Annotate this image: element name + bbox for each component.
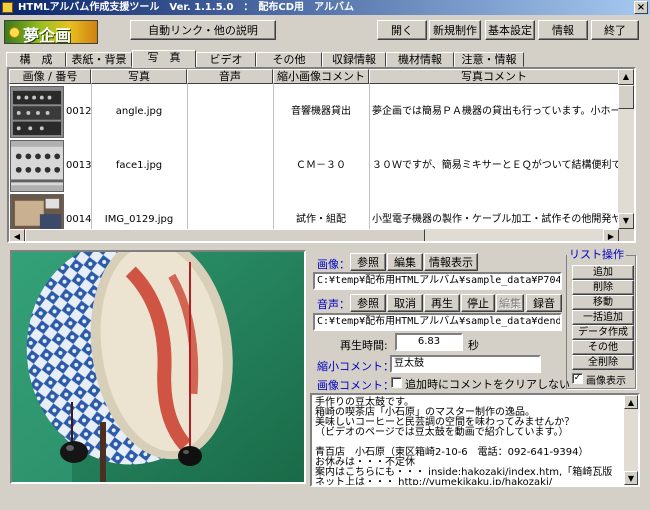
row-thumb-comment: ＣＭ－３０ — [296, 160, 346, 171]
tab-structure[interactable]: 構 成 — [6, 52, 66, 67]
image-browse-button[interactable]: 参照 — [350, 253, 386, 271]
create-data-button[interactable]: データ作成 — [572, 325, 634, 340]
new-button[interactable]: 新規制作 — [429, 20, 481, 40]
memo-line: ネット上は・・・ http://yumekikaku.jp/hakozaki/ — [315, 477, 553, 487]
row-thumb-comment: 音響機器貸出 — [291, 106, 351, 117]
show-image-checkbox[interactable]: ✓ — [572, 373, 583, 384]
column-header-thumb-comment[interactable]: 縮小画像コメント — [273, 69, 369, 84]
window-title: HTMLアルバム作成支援ツール Ver. 1.1.5.0 ： 配布CD用 アルバ… — [18, 2, 354, 13]
row-thumbnail — [10, 86, 64, 138]
settings-button[interactable]: 基本設定 — [485, 20, 535, 40]
table-row[interactable]: 0013 face1.jpg ＣＭ－３０ ３０Ｗですが、簡易ミキサーとＥＱがつい… — [9, 139, 634, 193]
sound-browse-button[interactable]: 参照 — [350, 294, 386, 312]
info-button[interactable]: 情報 — [538, 20, 588, 40]
row-number: 0012 — [66, 106, 91, 117]
list-add-button[interactable]: 追加 — [572, 265, 634, 280]
auto-link-button[interactable]: 自動リンク・他の説明 — [130, 20, 276, 40]
tab-other[interactable]: その他 — [256, 52, 322, 67]
thumb-comment-label: 縮小コメント： — [317, 360, 394, 373]
image-info-button[interactable]: 情報表示 — [424, 253, 478, 271]
scroll-thumb[interactable] — [25, 229, 425, 241]
row-photo-file: angle.jpg — [115, 106, 163, 117]
app-icon — [2, 2, 13, 13]
list-delete-button[interactable]: 削除 — [572, 280, 634, 295]
scrollbar-corner — [619, 229, 634, 241]
sound-path-field[interactable]: C:¥temp¥配布用HTMLアルバム¥sample_data¥denden. — [313, 313, 562, 331]
sound-label: 音声： — [317, 298, 350, 311]
scroll-left-arrow-icon[interactable]: ◀ — [9, 229, 25, 241]
row-thumbnail — [10, 140, 64, 192]
scroll-right-arrow-icon[interactable]: ▶ — [603, 229, 619, 241]
scroll-down-arrow-icon[interactable]: ▼ — [618, 213, 634, 229]
duration-field[interactable]: 6.83 — [395, 333, 463, 351]
open-button[interactable]: 開く — [377, 20, 427, 40]
duration-label: 再生時間: — [340, 339, 388, 352]
sun-icon — [9, 27, 20, 38]
photo-list[interactable]: 画像 / 番号 写真 音声 縮小画像コメント 写真コメント 0012 angle… — [7, 67, 636, 243]
clear-comment-checkbox[interactable] — [391, 377, 402, 388]
list-move-button[interactable]: 移動 — [572, 295, 634, 310]
thumb-comment-field[interactable]: 豆太鼓 — [390, 355, 541, 373]
row-number: 0013 — [66, 160, 91, 171]
column-header-sound[interactable]: 音声 — [187, 69, 273, 84]
record-button[interactable]: 録音 — [526, 294, 562, 312]
row-photo-comment: 夢企画では簡易ＰＡ機器の貸出も行っています。小ホー — [372, 106, 620, 117]
photo-comment-memo[interactable]: 手作りの豆太鼓です。 箱崎の喫茶店「小石原」のマスター制作の逸品。 美味しいコー… — [310, 393, 640, 487]
memo-line: （ビデオのページでは豆太鼓を動画で紹介しています。） — [315, 427, 569, 438]
sound-cancel-button[interactable]: 取消 — [387, 294, 423, 312]
list-vertical-scrollbar[interactable]: ▲ ▼ — [618, 69, 634, 229]
memo-scroll-up-arrow-icon[interactable]: ▲ — [624, 395, 638, 409]
exit-button[interactable]: 終了 — [591, 20, 639, 40]
title-bar: HTMLアルバム作成支援ツール Ver. 1.1.5.0 ： 配布CD用 アルバ… — [0, 0, 650, 15]
memo-scroll-down-arrow-icon[interactable]: ▼ — [624, 471, 638, 485]
list-ops-title: リスト操作 — [567, 248, 626, 261]
logo: 夢企画 — [4, 20, 98, 45]
list-other-button[interactable]: その他 — [572, 340, 634, 355]
tab-photo[interactable]: 写 真 — [132, 50, 196, 68]
show-image-label: 画像表示 — [586, 376, 626, 387]
logo-text: 夢企画 — [23, 26, 72, 45]
duration-unit: 秒 — [468, 339, 479, 352]
scroll-thumb[interactable] — [618, 85, 634, 109]
row-photo-file: face1.jpg — [115, 160, 163, 171]
tab-video[interactable]: ビデオ — [196, 52, 256, 67]
tab-equipment-info[interactable]: 機材情報 — [386, 52, 454, 67]
photo-preview-image — [12, 252, 304, 482]
list-delete-all-button[interactable]: 全削除 — [572, 355, 634, 370]
stop-button[interactable]: 停止 — [461, 294, 495, 312]
list-bulk-add-button[interactable]: 一括追加 — [572, 310, 634, 325]
column-header-photo-comment[interactable]: 写真コメント — [369, 69, 619, 84]
tab-notice-info[interactable]: 注意・情報 — [454, 52, 524, 67]
scroll-up-arrow-icon[interactable]: ▲ — [618, 69, 634, 85]
image-path-field[interactable]: C:¥temp¥配布用HTMLアルバム¥sample_data¥P704002 — [313, 272, 562, 290]
image-label: 画像： — [317, 258, 350, 271]
memo-scrollbar[interactable]: ▲ ▼ — [624, 395, 638, 485]
column-header-photo[interactable]: 写真 — [91, 69, 187, 84]
photo-comment-label: 画像コメント： — [317, 379, 394, 392]
list-horizontal-scrollbar[interactable]: ◀ ▶ — [9, 229, 619, 241]
table-row[interactable]: 0012 angle.jpg 音響機器貸出 夢企画では簡易ＰＡ機器の貸出も行って… — [9, 85, 634, 139]
image-edit-button[interactable]: 編集 — [387, 253, 423, 271]
play-button[interactable]: 再生 — [424, 294, 460, 312]
row-sound-file — [187, 85, 273, 139]
photo-preview — [10, 250, 306, 484]
tab-cover[interactable]: 表紙・背景 — [66, 52, 132, 67]
tab-recording-info[interactable]: 収録情報 — [322, 52, 386, 67]
column-header-image-number[interactable]: 画像 / 番号 — [9, 69, 91, 84]
row-photo-comment: ３０Ｗですが、簡易ミキサーとＥＱがついて結構便利で — [372, 160, 620, 171]
close-window-button[interactable]: × — [634, 1, 648, 14]
clear-comment-label: 追加時にコメントをクリアしない — [405, 378, 570, 391]
sound-edit-button[interactable]: 編集 — [496, 294, 524, 312]
row-sound-file — [187, 139, 273, 193]
